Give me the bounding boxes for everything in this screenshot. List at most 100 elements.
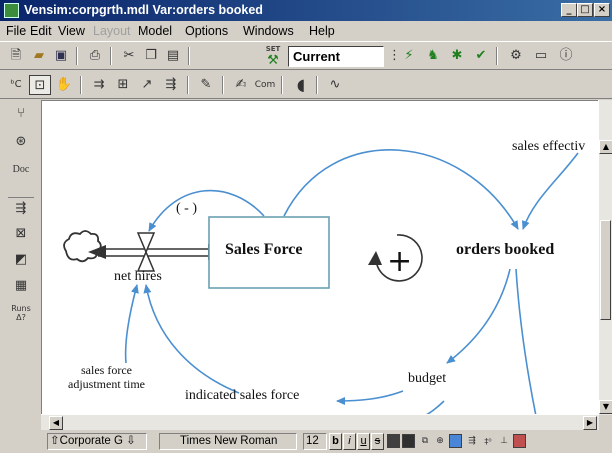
var-sales-force[interactable]: Sales Force [225, 241, 302, 259]
link-effectiveness-to-orders [522, 152, 579, 230]
runs-compare-button[interactable]: Runs Δ? [8, 302, 34, 324]
toolbar-separator [80, 76, 82, 94]
save-icon[interactable]: ▣ [50, 46, 72, 66]
var-sales-force-adjustment-time[interactable]: sales force adjustment time [68, 363, 145, 391]
arrow-style-icon[interactable]: ⊕ [433, 434, 447, 449]
position-icon[interactable]: ‡⁰ [481, 434, 495, 449]
italic-button[interactable]: i [343, 433, 356, 450]
variable-tool-icon[interactable]: ᵇC [5, 75, 27, 95]
toolbar-separator [187, 76, 189, 94]
box-variable-tool-icon[interactable]: ⊡ [29, 75, 51, 95]
vensim-window: Vensim:corpgrth.mdl Var:orders booked _ … [0, 0, 612, 453]
font-name-box[interactable]: Times New Roman [159, 433, 297, 450]
net-hires-valve [136, 232, 156, 272]
var-orders-booked[interactable]: orders booked [456, 241, 554, 259]
menu-view[interactable]: View [58, 24, 85, 38]
uses-tree-icon[interactable]: ⊛ [8, 131, 34, 153]
strikeout-button[interactable]: s [371, 433, 384, 450]
vensim-app-icon[interactable] [4, 3, 19, 18]
unhide-wand-icon[interactable]: ∿ [324, 75, 346, 95]
var-sales-effectiveness[interactable]: sales effectiv [512, 139, 585, 155]
title-bar: Vensim:corpgrth.mdl Var:orders booked _ … [0, 0, 612, 21]
loop-polarity-negative: ( - ) [176, 201, 197, 216]
link-budget-stub [425, 400, 445, 415]
new-file-icon[interactable]: 🗎 [5, 46, 27, 66]
simulate-icon[interactable]: ⚡ [398, 46, 420, 66]
box-shape-icon[interactable]: ⧉ [418, 434, 432, 449]
highlight-color-swatch[interactable] [449, 434, 462, 448]
vertical-scrollbar[interactable]: ▲ ▼ [598, 100, 612, 415]
toolbar-separator [496, 47, 498, 65]
menu-windows[interactable]: Windows [243, 24, 294, 38]
text-color-swatch[interactable] [387, 434, 400, 448]
table-icon[interactable]: ▦ [8, 275, 34, 297]
causes-tree-icon[interactable]: ⑂ [8, 103, 34, 125]
help-icon[interactable]: ⓘ [555, 46, 577, 66]
fill-color-swatch[interactable] [402, 434, 415, 448]
flow-tool-icon[interactable]: ⇶ [160, 75, 182, 95]
arrow-tool-icon[interactable]: ↗ [136, 75, 158, 95]
control-panel-icon[interactable]: ⚙ [505, 46, 527, 66]
output-window-icon[interactable]: ▭ [530, 46, 552, 66]
paste-icon[interactable]: ▤ [162, 46, 184, 66]
set-run-icon[interactable]: ⚒ [262, 51, 284, 71]
scroll-up-icon[interactable]: ▲ [599, 140, 612, 154]
synthsim-icon[interactable]: ✱ [446, 46, 468, 66]
shadow-variable-tool-icon[interactable]: ⊞ [112, 75, 134, 95]
menu-file[interactable]: File [6, 24, 26, 38]
font-size-box[interactable]: 12 [303, 433, 327, 450]
loops-icon[interactable]: ⇶ [8, 197, 34, 219]
align-icon[interactable]: ⇶ [465, 434, 479, 449]
gaming-icon[interactable]: ♞ [422, 46, 444, 66]
scroll-down-icon[interactable]: ▼ [599, 400, 612, 414]
toolbar-separator [222, 76, 224, 94]
scroll-right-icon[interactable]: ▶ [583, 416, 597, 430]
vertical-scroll-thumb[interactable] [600, 220, 611, 320]
link-budget-to-indicated [336, 390, 404, 405]
run-name-input[interactable]: Current [288, 46, 384, 67]
link-indicated-to-nethires [143, 284, 240, 394]
print-icon[interactable]: ⎙ [84, 46, 106, 66]
var-net-hires[interactable]: net hires [114, 269, 162, 285]
var-indicated-sales-force[interactable]: indicated sales force [185, 388, 299, 404]
sketch-canvas[interactable]: sales effectiv orders booked Sales Force… [41, 100, 599, 415]
toolbar-grip: ⋮ [388, 48, 401, 63]
maximize-button[interactable]: □ [577, 3, 593, 17]
toolbar-separator [281, 76, 283, 94]
main-toolbar: 🗎 ▰ ▣ ⎙ ✂ ❐ ▤ SET ⚒ Current ⋮ ⚡ ♞ ✱ ✔ ⚙ … [0, 41, 612, 70]
menu-layout: Layout [93, 24, 131, 38]
status-bar: ⇧Corporate G ⇩ Times New Roman 12 b i u … [41, 430, 612, 453]
sketch-comment-icon[interactable]: ◖ [290, 75, 312, 95]
analysis-palette: ⑂ ⊛ Doc ⇶ ⊠ ◩ ▦ Runs Δ? [0, 99, 41, 437]
distribute-icon[interactable]: ⊥ [497, 434, 511, 449]
view-selector[interactable]: ⇧Corporate G ⇩ [47, 433, 147, 450]
cut-icon[interactable]: ✂ [118, 46, 140, 66]
document-tool-button[interactable]: Doc [8, 159, 34, 181]
menu-edit[interactable]: Edit [30, 24, 52, 38]
minimize-button[interactable]: _ [561, 3, 577, 17]
view-up-icon[interactable]: ⇧ [50, 435, 60, 447]
horizontal-scrollbar[interactable]: ◀ ▶ [41, 414, 599, 430]
menu-model[interactable]: Model [138, 24, 172, 38]
reality-check-icon[interactable]: ✔ [470, 46, 492, 66]
menu-options[interactable]: Options [185, 24, 228, 38]
var-budget[interactable]: budget [408, 371, 446, 387]
close-button[interactable]: × [594, 3, 610, 17]
underline-button[interactable]: u [357, 433, 370, 450]
causes-strip-icon[interactable]: ◩ [8, 249, 34, 271]
lock-tool-icon[interactable]: ✋ [53, 75, 75, 95]
bold-button[interactable]: b [329, 433, 342, 450]
delete-tool-icon[interactable]: ✎ [195, 75, 217, 95]
link-adjtime-to-nethires [124, 284, 139, 364]
view-down-icon[interactable]: ⇩ [123, 435, 136, 447]
comment-tool-icon[interactable]: ✍ [230, 75, 252, 95]
toolbar-separator [76, 47, 78, 65]
equations-tool-icon[interactable]: Com [254, 75, 276, 95]
copy-icon[interactable]: ❐ [140, 46, 162, 66]
menu-help[interactable]: Help [309, 24, 335, 38]
open-folder-icon[interactable]: ▰ [28, 46, 50, 66]
pick-color-swatch[interactable] [513, 434, 526, 448]
graph-icon[interactable]: ⊠ [8, 223, 34, 245]
scroll-left-icon[interactable]: ◀ [49, 416, 63, 430]
rate-tool-icon[interactable]: ⇉ [88, 75, 110, 95]
